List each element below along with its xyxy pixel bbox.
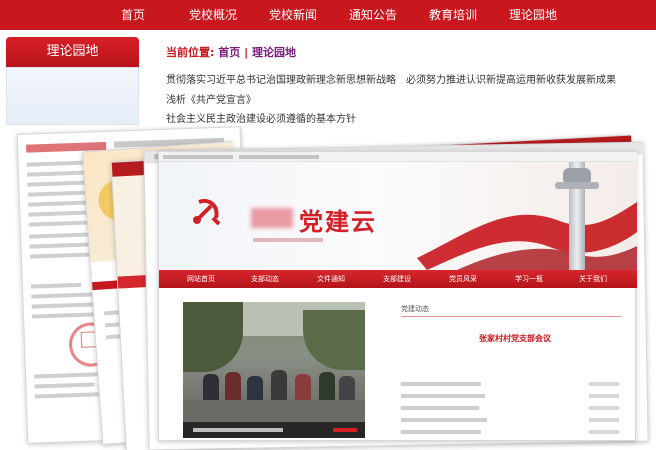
red-ribbon-decoration — [417, 202, 637, 270]
nav-school-news[interactable]: 党校新闻 — [258, 0, 328, 30]
nav-notices[interactable]: 通知公告 — [338, 0, 408, 30]
article-link-3[interactable]: 社会主义民主政治建设必须遵循的基本方针 — [166, 110, 356, 125]
breadcrumb-separator: | — [244, 46, 249, 59]
nav-theory-garden[interactable]: 理论园地 — [498, 0, 568, 30]
front-page-screenshot: 党建云 网站首页 支部动态 文件通知 支部建设 党员风采 学习一瓶 关于我们 党… — [158, 151, 637, 441]
preview-nav-item: 支部建设 — [383, 275, 411, 283]
sidebar-title: 理论园地 — [6, 37, 139, 67]
preview-nav-item: 支部动态 — [251, 275, 279, 283]
blurred-site-name — [251, 208, 293, 228]
article-link-1[interactable]: 贯彻落实习近平总书记治国理政新理念新思想新战略 必须努力推进认识新提高运用新收获… — [166, 71, 616, 86]
preview-nav-item: 党员风采 — [449, 275, 477, 283]
nav-home[interactable]: 首页 — [108, 0, 158, 30]
top-nav-bar: 首页 党校概况 党校新闻 通知公告 教育培训 理论园地 — [0, 0, 656, 30]
breadcrumb: 当前位置: 首页 | 理论园地 — [166, 44, 296, 60]
party-emblem-icon — [193, 199, 221, 226]
nav-school-overview[interactable]: 党校概况 — [178, 0, 248, 30]
preview-site-title: 党建云 — [299, 207, 377, 236]
preview-photo — [183, 302, 365, 438]
website-screenshots-preview: ☐ 党建云 网站首页 支部动态 文件通知 支部建设 党员风采 学习一瓶 关于我们… — [0, 126, 656, 450]
sidebar-panel — [6, 67, 139, 125]
preview-nav-item: 文件通知 — [317, 275, 345, 283]
article-link-2[interactable]: 浅析《共产党宣言》 — [166, 91, 256, 106]
preview-section-title: 党建动态 — [401, 305, 429, 313]
preview-banner: 党建云 — [159, 162, 637, 270]
nav-education-training[interactable]: 教育培训 — [418, 0, 488, 30]
breadcrumb-prefix: 当前位置: — [166, 46, 215, 59]
breadcrumb-current[interactable]: 理论园地 — [252, 46, 296, 59]
preview-nav-item: 关于我们 — [579, 275, 607, 283]
preview-nav-item: 网站首页 — [187, 275, 215, 283]
preview-nav-item: 学习一瓶 — [515, 275, 543, 283]
preview-nav-bar: 网站首页 支部动态 文件通知 支部建设 党员风采 学习一瓶 关于我们 — [159, 270, 637, 288]
breadcrumb-home-link[interactable]: 首页 — [218, 46, 240, 59]
preview-headline: 张家村村党支部会议 — [479, 334, 551, 343]
